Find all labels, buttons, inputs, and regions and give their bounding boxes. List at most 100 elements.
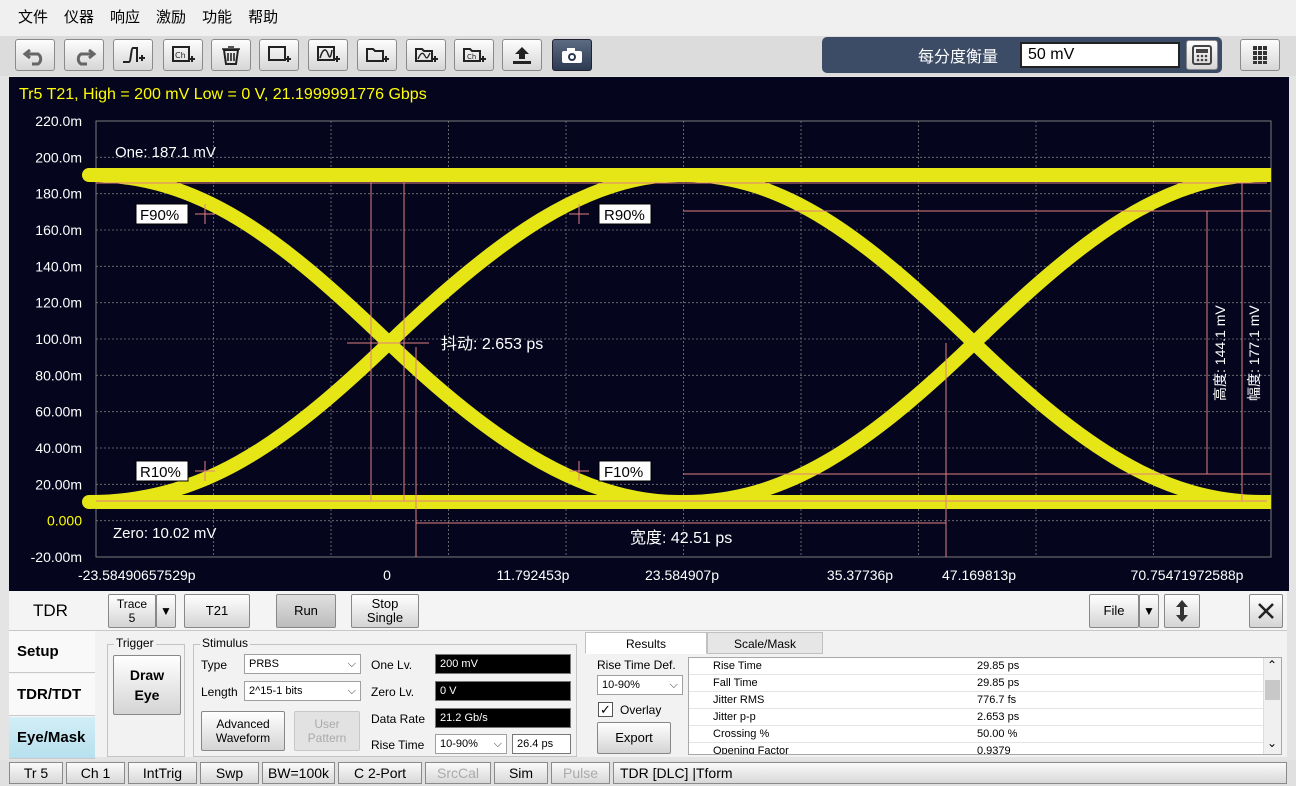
draw-eye-button[interactable]: Draw Eye	[113, 655, 181, 715]
user-pattern-button[interactable]: User Pattern	[294, 711, 360, 751]
export-button[interactable]: Export	[597, 722, 671, 754]
status-sim[interactable]: Sim	[494, 762, 548, 784]
chevron-down-icon: ⌵	[347, 685, 356, 697]
t21-button[interactable]: T21	[184, 594, 250, 628]
results-row[interactable]: Fall Time 29.85 ps	[689, 675, 1265, 692]
rise-time-def-select[interactable]: 10-90% ⌵	[435, 734, 507, 754]
type-value: PRBS	[249, 658, 279, 670]
eye-trace-rising-falling	[82, 168, 1271, 509]
one-level-field[interactable]: 200 mV	[435, 654, 571, 674]
menu-file[interactable]: 文件	[10, 0, 56, 36]
results-row[interactable]: Opening Factor 0.9379	[689, 743, 1265, 755]
keypad-icon	[1253, 46, 1267, 64]
jitter-label: 抖动: 2.653 ps	[441, 335, 543, 353]
add-folder-trace-button[interactable]	[406, 39, 446, 71]
status-bandwidth[interactable]: BW=100k	[262, 762, 335, 784]
file-button[interactable]: File	[1089, 594, 1139, 628]
keypad-button[interactable]	[1240, 39, 1280, 71]
zero-level-field[interactable]: 0 V	[435, 681, 571, 701]
add-channel-button[interactable]: Ch	[163, 39, 203, 71]
status-pulse[interactable]: Pulse	[551, 762, 610, 784]
eye-diagram-plot[interactable]: Tr5 T21, High = 200 mV Low = 0 V, 21.199…	[9, 77, 1289, 591]
results-row[interactable]: Crossing % 50.00 %	[689, 726, 1265, 743]
results-row[interactable]: Rise Time 29.85 ps	[689, 658, 1265, 675]
scale-calculator-button[interactable]	[1186, 40, 1218, 70]
r90-label: R90%	[604, 207, 645, 224]
result-value: 776.7 fs	[977, 694, 1017, 706]
add-folder-button[interactable]	[357, 39, 397, 71]
status-srccal[interactable]: SrcCal	[425, 762, 491, 784]
results-row[interactable]: Jitter p-p 2.653 ps	[689, 709, 1265, 726]
status-trace[interactable]: Tr 5	[9, 762, 63, 784]
nav-tab-setup[interactable]: Setup	[9, 631, 95, 673]
type-select[interactable]: PRBS ⌵	[244, 654, 361, 674]
rise-time-field[interactable]: 26.4 ps	[512, 734, 571, 754]
y-tick-label: 140.0m	[35, 258, 82, 274]
overlay-checkbox[interactable]: ✓	[598, 702, 613, 717]
trigger-group: Trigger Draw Eye	[107, 636, 185, 757]
menu-stimulus[interactable]: 激励	[148, 0, 194, 36]
close-panel-button[interactable]	[1249, 594, 1283, 628]
menu-response[interactable]: 响应	[102, 0, 148, 36]
zero-level-field-label: Zero Lv.	[371, 685, 415, 699]
results-table[interactable]: Rise Time 29.85 ps Fall Time 29.85 ps Jitter…	[688, 657, 1282, 755]
file-dropdown-button[interactable]: ▼	[1139, 594, 1159, 628]
add-trace-window-icon	[317, 46, 340, 62]
nav-tab-tdr-tdt[interactable]: TDR/TDT	[9, 674, 95, 716]
menu-instrument[interactable]: 仪器	[56, 0, 102, 36]
eye-width-label: 宽度: 42.51 ps	[630, 529, 732, 547]
stop-label: Stop	[371, 596, 399, 611]
pattern-label: Pattern	[307, 731, 347, 745]
tab-results[interactable]: Results	[585, 632, 707, 654]
trigger-group-title: Trigger	[114, 636, 156, 650]
chevron-down-icon: ⌵	[347, 658, 356, 670]
tab-scale-mask[interactable]: Scale/Mask	[707, 632, 823, 654]
status-channel[interactable]: Ch 1	[66, 762, 125, 784]
upload-button[interactable]	[502, 39, 542, 71]
tdr-control-bar: TDR Trace 5 ▼ T21 Run Stop Single File ▼	[9, 591, 1287, 631]
run-button[interactable]: Run	[276, 594, 336, 628]
expand-panel-button[interactable]	[1164, 594, 1200, 628]
x-tick-label: 23.584907p	[645, 567, 719, 583]
data-rate-field[interactable]: 21.2 Gb/s	[435, 708, 571, 728]
y-tick-label: 120.0m	[35, 295, 82, 311]
x-axis-ticks: -23.58490657529p 0 11.792453p 23.584907p 35.…	[78, 567, 1244, 583]
results-rise-def-select[interactable]: 10-90% ⌵	[597, 675, 683, 695]
y-tick-label: 100.0m	[35, 331, 82, 347]
eye-amplitude-label: 幅度: 177.1 mV	[1246, 305, 1262, 401]
eye-traces	[82, 168, 1271, 509]
trace-dropdown-button[interactable]: ▼	[156, 594, 176, 628]
side-navigation: Setup TDR/TDT Eye/Mask	[9, 631, 95, 759]
step-response-button[interactable]	[113, 39, 153, 71]
trace-selector[interactable]: Trace 5	[108, 594, 156, 628]
stop-single-button[interactable]: Stop Single	[351, 594, 419, 628]
status-trigger[interactable]: IntTrig	[128, 762, 197, 784]
redo-button[interactable]	[64, 39, 104, 71]
camera-button[interactable]	[552, 39, 592, 71]
status-port-cal[interactable]: C 2-Port	[338, 762, 422, 784]
length-label: Length	[201, 685, 238, 699]
undo-button[interactable]	[15, 39, 55, 71]
chevron-down-icon: ⌵	[493, 738, 502, 750]
scale-per-division-input[interactable]	[1020, 42, 1180, 68]
user-label: User	[314, 717, 340, 731]
draw-eye-label-1: Draw	[129, 667, 165, 683]
advanced-waveform-button[interactable]: Advanced Waveform	[201, 711, 285, 751]
scroll-thumb[interactable]	[1265, 680, 1280, 700]
results-row[interactable]: Jitter RMS 776.7 fs	[689, 692, 1265, 709]
nav-tab-eye-mask[interactable]: Eye/Mask	[9, 717, 95, 759]
status-sweep[interactable]: Swp	[200, 762, 259, 784]
scroll-up-icon: ⌃	[1267, 658, 1278, 672]
x-tick-label: 0	[383, 567, 391, 583]
add-window-button[interactable]	[259, 39, 299, 71]
delete-button[interactable]	[211, 39, 251, 71]
add-channel-folder-button[interactable]: Ch	[454, 39, 494, 71]
result-name: Opening Factor	[713, 745, 789, 755]
add-trace-window-button[interactable]	[308, 39, 348, 71]
chevron-down-icon: ⌵	[669, 679, 678, 691]
results-rise-def-value: 10-90%	[602, 679, 640, 691]
results-scrollbar[interactable]: ⌃ ⌄	[1263, 658, 1281, 754]
menu-help[interactable]: 帮助	[240, 0, 286, 36]
menu-function[interactable]: 功能	[194, 0, 240, 36]
length-select[interactable]: 2^15-1 bits ⌵	[244, 681, 361, 701]
